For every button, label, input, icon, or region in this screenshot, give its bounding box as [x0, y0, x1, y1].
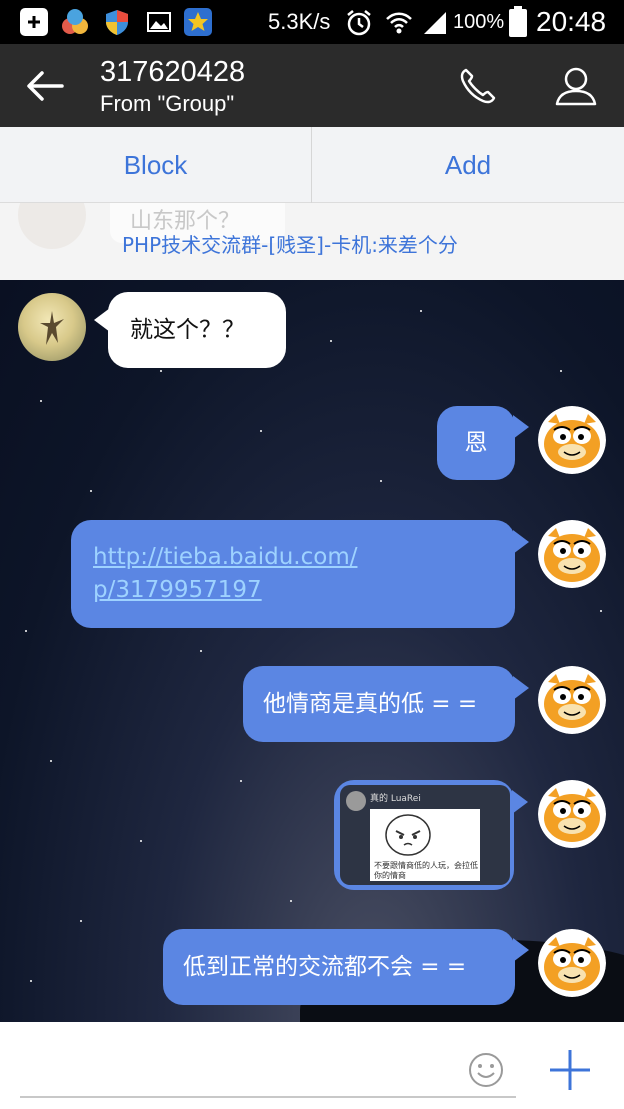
group-source-notice: 山东那个？ PHP技术交流群-[贱圣]-卡机:来差个分	[0, 203, 624, 280]
contact-source-subtitle: From "Group"	[100, 91, 235, 116]
gallery-icon	[145, 8, 173, 36]
input-underline	[20, 1096, 516, 1098]
contact-id-title: 317620428	[100, 56, 246, 88]
battery-percent: 100%	[453, 11, 505, 33]
bubble-tail	[512, 790, 528, 814]
sticker-face-icon	[385, 814, 431, 856]
star	[380, 480, 382, 482]
star	[240, 780, 242, 782]
alarm-icon	[344, 8, 372, 36]
profile-button[interactable]	[552, 62, 600, 110]
bubble-tail	[513, 530, 529, 554]
message-input[interactable]	[20, 1042, 460, 1096]
star	[25, 630, 27, 632]
star	[200, 650, 202, 652]
block-button[interactable]: Block	[0, 127, 311, 203]
my-avatar[interactable]	[538, 780, 606, 848]
my-avatar[interactable]	[538, 406, 606, 474]
garfield-avatar-icon	[538, 666, 606, 734]
sticker-image: 不要跟情商低的人玩，会拉低你的情商	[370, 809, 480, 881]
add-notification-icon	[20, 8, 48, 36]
garfield-avatar-icon	[538, 780, 606, 848]
stranger-action-bar: Block Add	[0, 127, 624, 203]
bubble-tail	[513, 415, 529, 439]
star	[600, 610, 602, 612]
faded-avatar	[18, 203, 86, 249]
star	[290, 900, 292, 902]
star	[160, 370, 162, 372]
image-message[interactable]: 真的 LuaRei 不要跟情商低的人玩，会拉低你的情商	[340, 785, 510, 885]
my-avatar[interactable]	[538, 520, 606, 588]
image-caption: 不要跟情商低的人玩，会拉低你的情商	[374, 861, 478, 880]
person-icon	[555, 67, 597, 106]
link-text[interactable]: http://tieba.baidu.com/ p/3179957197	[93, 541, 357, 607]
add-contact-button[interactable]: Add	[312, 127, 624, 203]
my-avatar[interactable]	[538, 666, 606, 734]
signal-icon	[420, 8, 448, 36]
star	[260, 430, 262, 432]
garfield-avatar-icon	[538, 520, 606, 588]
message-text: 低到正常的交流都不会 = =	[183, 954, 467, 980]
message-input-bar	[0, 1022, 624, 1109]
star	[50, 760, 52, 762]
message-bubble-incoming[interactable]: 就这个？？	[108, 292, 286, 368]
star	[420, 310, 422, 312]
back-button[interactable]	[22, 64, 68, 108]
plus-icon	[550, 1050, 590, 1090]
group-source-link[interactable]: PHP技术交流群-[贱圣]-卡机:来差个分	[122, 229, 458, 258]
battery-icon	[508, 6, 528, 38]
link-line-1[interactable]: http://tieba.baidu.com/	[93, 541, 357, 574]
phone-icon	[460, 68, 496, 104]
sender-avatar[interactable]	[18, 293, 86, 361]
my-avatar[interactable]	[538, 929, 606, 997]
message-bubble-outgoing[interactable]: 他情商是真的低 = =	[243, 666, 515, 742]
shield-icon	[103, 8, 131, 36]
smiley-icon	[469, 1053, 503, 1087]
bubble-tail	[513, 676, 529, 700]
garfield-avatar-icon	[538, 929, 606, 997]
garfield-avatar-icon	[538, 406, 606, 474]
clock: 20:48	[536, 6, 607, 37]
app-notification-icon	[60, 8, 88, 36]
arrow-left-icon	[27, 71, 64, 101]
star-app-icon	[184, 8, 212, 36]
star	[560, 370, 562, 372]
call-button[interactable]	[454, 62, 502, 110]
more-options-button[interactable]	[548, 1048, 592, 1092]
message-bubble-outgoing[interactable]: http://tieba.baidu.com/ p/3179957197	[71, 520, 515, 628]
star	[80, 920, 82, 922]
message-bubble-outgoing[interactable]: 低到正常的交流都不会 = =	[163, 929, 515, 1005]
message-text: 就这个？？	[130, 317, 245, 343]
star	[330, 340, 332, 342]
chat-header: 317620428 From "Group"	[0, 44, 624, 127]
image-username: 真的 LuaRei	[370, 794, 421, 804]
bubble-tail	[513, 938, 529, 962]
chat-message-list[interactable]: 就这个？？ 恩 http://tieba.baidu.com/ p/317995…	[0, 280, 624, 1022]
status-bar: 5.3K/s 100% 20:48	[0, 0, 624, 44]
message-text: 恩	[464, 430, 488, 456]
image-avatar	[346, 791, 366, 811]
message-text: 他情商是真的低 = =	[263, 691, 478, 717]
link-line-2[interactable]: p/3179957197	[93, 574, 357, 607]
person-silhouette-icon	[40, 311, 64, 345]
network-speed: 5.3K/s	[268, 9, 331, 34]
star	[140, 840, 142, 842]
wifi-icon	[384, 8, 412, 36]
emoji-button[interactable]	[468, 1052, 504, 1088]
star	[30, 980, 32, 982]
star	[40, 400, 42, 402]
message-bubble-outgoing[interactable]: 恩	[437, 406, 515, 480]
star	[90, 490, 92, 492]
